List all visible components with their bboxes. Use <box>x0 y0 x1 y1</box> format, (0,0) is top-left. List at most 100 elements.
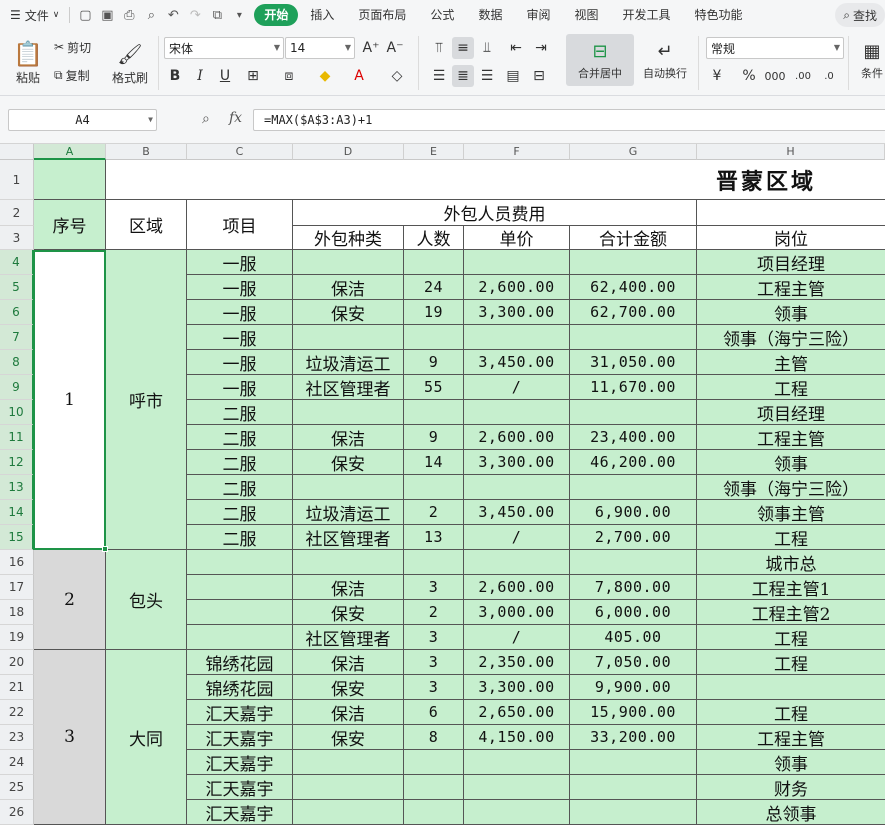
column-header-C[interactable]: C <box>187 144 293 160</box>
cell-unit-price[interactable] <box>464 550 570 575</box>
row-header-10[interactable]: 10 <box>0 400 34 425</box>
cell-type[interactable] <box>293 475 404 500</box>
paste-button[interactable]: 📋 粘贴 <box>8 34 48 90</box>
cell-type[interactable]: 保洁 <box>293 650 404 675</box>
cell-total[interactable] <box>570 400 697 425</box>
redo-icon[interactable]: ↷ <box>184 4 206 26</box>
align-right-icon[interactable]: ☰ <box>476 65 498 87</box>
search-box[interactable]: ⌕ 查找 <box>835 3 885 27</box>
cell-unit-price[interactable] <box>464 775 570 800</box>
cell-unit-price[interactable] <box>464 475 570 500</box>
formula-input[interactable]: =MAX($A$3:A3)+1 <box>253 109 885 131</box>
cell-count[interactable]: 55 <box>404 375 464 400</box>
thousands-icon[interactable]: 000 <box>764 65 786 87</box>
cell-total[interactable] <box>570 250 697 275</box>
cell-project[interactable] <box>187 550 293 575</box>
cell-count[interactable]: 9 <box>404 350 464 375</box>
cell-a1[interactable] <box>34 160 106 200</box>
cell-count[interactable] <box>404 775 464 800</box>
align-center-icon[interactable]: ≣ <box>452 65 474 87</box>
column-header-D[interactable]: D <box>293 144 404 160</box>
row-header-7[interactable]: 7 <box>0 325 34 350</box>
group-region[interactable]: 大同 <box>106 650 187 825</box>
cell-total[interactable]: 6,000.00 <box>570 600 697 625</box>
row-header-9[interactable]: 9 <box>0 375 34 400</box>
decrease-font-icon[interactable]: A⁻ <box>384 37 406 59</box>
cell-project[interactable]: 一服 <box>187 275 293 300</box>
cell-count[interactable] <box>404 250 464 275</box>
sheet-title[interactable]: 晋蒙区域 <box>106 160 885 200</box>
cell-project[interactable] <box>187 625 293 650</box>
row-header-5[interactable]: 5 <box>0 275 34 300</box>
increase-decimal-icon[interactable]: .00 <box>792 65 814 87</box>
tab-0[interactable]: 开始 <box>254 4 299 26</box>
cell-unit-price[interactable]: 3,450.00 <box>464 350 570 375</box>
cell-unit-price[interactable]: 3,000.00 <box>464 600 570 625</box>
bold-icon[interactable]: B <box>164 65 186 87</box>
cell-unit-price[interactable]: 4,150.00 <box>464 725 570 750</box>
cell-unit-price[interactable] <box>464 400 570 425</box>
cell-type[interactable]: 社区管理者 <box>293 375 404 400</box>
cell-total[interactable]: 405.00 <box>570 625 697 650</box>
cell-project[interactable]: 一服 <box>187 300 293 325</box>
cell-count[interactable]: 9 <box>404 425 464 450</box>
align-left-icon[interactable]: ☰ <box>428 65 450 87</box>
cell-type[interactable] <box>293 325 404 350</box>
cell-type[interactable] <box>293 750 404 775</box>
cell-total[interactable]: 62,400.00 <box>570 275 697 300</box>
justify-icon[interactable]: ▤ <box>502 65 524 87</box>
cell-type[interactable] <box>293 775 404 800</box>
cell-total[interactable] <box>570 325 697 350</box>
indent-decrease-icon[interactable]: ⇤ <box>505 37 527 59</box>
cell-unit-price[interactable] <box>464 250 570 275</box>
cell-project[interactable]: 锦绣花园 <box>187 650 293 675</box>
currency-icon[interactable]: ¥ <box>706 65 728 87</box>
header-post[interactable]: 岗位 <box>697 226 885 250</box>
cell-total[interactable]: 11,670.00 <box>570 375 697 400</box>
column-header-H[interactable]: H <box>697 144 885 160</box>
header-total[interactable]: 合计金额 <box>570 226 697 250</box>
cell-post[interactable]: 工程 <box>697 375 885 400</box>
row-header-12[interactable]: 12 <box>0 450 34 475</box>
increase-font-icon[interactable]: A⁺ <box>360 37 382 59</box>
percent-icon[interactable]: % <box>738 65 760 87</box>
header-type[interactable]: 外包种类 <box>293 226 404 250</box>
cell-unit-price[interactable] <box>464 800 570 825</box>
cell-post[interactable]: 项目经理 <box>697 400 885 425</box>
print-preview-icon[interactable]: ⌕ <box>140 4 162 26</box>
cell-count[interactable] <box>404 325 464 350</box>
save-icon[interactable]: ▣ <box>96 4 118 26</box>
cell-project[interactable]: 锦绣花园 <box>187 675 293 700</box>
row-header-13[interactable]: 13 <box>0 475 34 500</box>
cell-total[interactable]: 7,800.00 <box>570 575 697 600</box>
group-seq[interactable]: 2 <box>34 550 106 650</box>
cell-project[interactable]: 汇天嘉宇 <box>187 775 293 800</box>
row-header-21[interactable]: 21 <box>0 675 34 700</box>
cell-unit-price[interactable]: 3,300.00 <box>464 675 570 700</box>
font-size-select[interactable]: 14 ▼ <box>285 37 355 59</box>
format-painter-button[interactable]: 🖌 格式刷 <box>108 34 152 90</box>
cell-total[interactable] <box>570 775 697 800</box>
cell-project[interactable]: 汇天嘉宇 <box>187 725 293 750</box>
cell-type[interactable] <box>293 550 404 575</box>
cell-unit-price[interactable]: 2,600.00 <box>464 575 570 600</box>
align-bottom-icon[interactable]: ⫫ <box>476 37 498 59</box>
cell-count[interactable]: 2 <box>404 600 464 625</box>
cell-total[interactable]: 46,200.00 <box>570 450 697 475</box>
cell-count[interactable] <box>404 550 464 575</box>
cell-type[interactable]: 保安 <box>293 450 404 475</box>
cell-project[interactable]: 汇天嘉宇 <box>187 800 293 825</box>
clear-icon[interactable]: ◇ <box>386 65 408 87</box>
cell-project[interactable]: 二服 <box>187 425 293 450</box>
cell-post[interactable]: 城市总 <box>697 550 885 575</box>
select-all-corner[interactable] <box>0 144 34 160</box>
cell-count[interactable]: 14 <box>404 450 464 475</box>
cell-project[interactable]: 二服 <box>187 400 293 425</box>
cell-post[interactable]: 工程 <box>697 700 885 725</box>
fx-icon[interactable]: fx <box>229 110 242 126</box>
cell-post[interactable]: 主管 <box>697 350 885 375</box>
cell-post[interactable]: 领事 <box>697 450 885 475</box>
wrap-text-button[interactable]: ↵ 自动换行 <box>638 34 692 86</box>
row-header-2[interactable]: 2 <box>0 200 34 226</box>
conditional-format-button[interactable]: ▦ 条件 <box>852 34 885 86</box>
